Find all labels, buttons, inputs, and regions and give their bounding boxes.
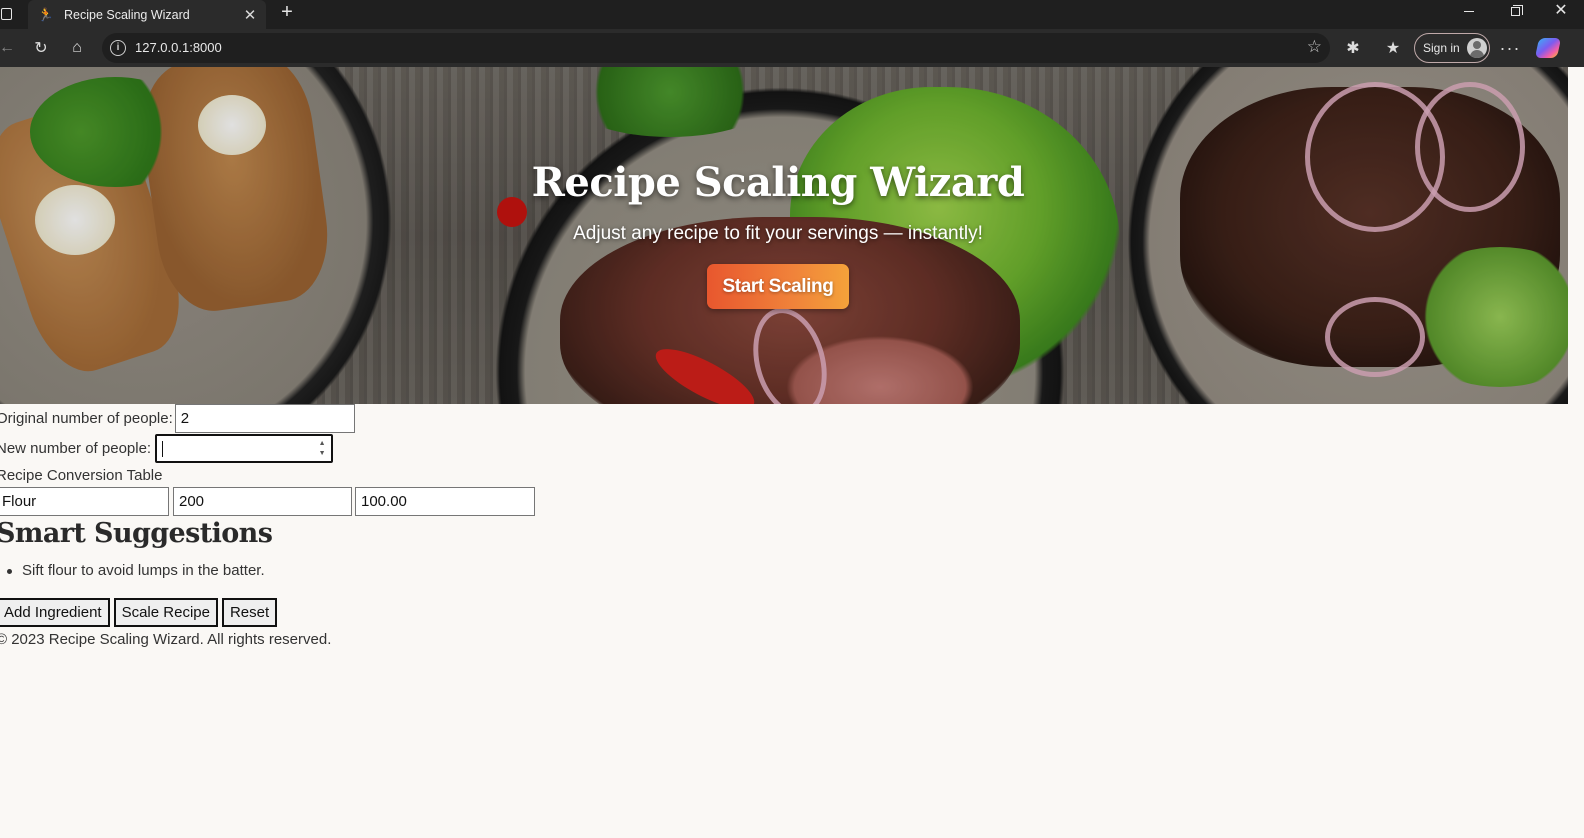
new-people-input[interactable]: ▲ ▼ [155, 434, 334, 463]
hero-subtitle: Adjust any recipe to fit your servings —… [573, 223, 983, 244]
new-tab-icon[interactable]: + [276, 2, 298, 24]
more-options-icon[interactable]: ··· [1497, 35, 1523, 61]
hero-title: Recipe Scaling Wizard [531, 159, 1025, 206]
minimize-icon[interactable] [1446, 0, 1492, 22]
tab-title: Recipe Scaling Wizard [64, 7, 190, 22]
reset-button[interactable]: Reset [221, 598, 278, 627]
original-people-input[interactable]: 2 [174, 404, 355, 433]
suggestions-heading: Smart Suggestions [0, 518, 273, 549]
avatar-icon [1466, 38, 1487, 58]
suggestion-item: Sift flour to avoid lumps in the batter. [7, 562, 265, 579]
hero-banner: Recipe Scaling Wizard Adjust any recipe … [0, 67, 1568, 404]
ingredient-name-input[interactable]: Flour [0, 487, 169, 516]
ingredient-original-amount-input[interactable]: 200 [173, 487, 352, 516]
new-people-row: New number of people: ▲ ▼ [0, 434, 334, 463]
action-buttons: Add Ingredient Scale Recipe Reset [0, 598, 281, 627]
footer-text: © 2023 Recipe Scaling Wizard. All rights… [0, 631, 332, 648]
suggestions-list: Sift flour to avoid lumps in the batter. [7, 562, 265, 579]
conversion-table-label: Recipe Conversion Table [0, 467, 163, 484]
tab-close-icon[interactable]: ✕ [240, 5, 260, 25]
add-ingredient-button[interactable]: Add Ingredient [0, 598, 110, 627]
new-people-label: New number of people: [0, 440, 152, 457]
copilot-icon[interactable] [1534, 38, 1562, 58]
browser-tab[interactable]: 🏃 Recipe Scaling Wizard ✕ [28, 0, 266, 29]
original-people-row: Original number of people: 2 [0, 404, 355, 433]
ingredient-row: Flour 200 100.00 [0, 487, 539, 516]
tab-actions-icon[interactable] [0, 4, 16, 24]
start-scaling-button[interactable]: Start Scaling [707, 264, 849, 309]
extensions-icon[interactable]: ✱ [1340, 35, 1366, 61]
tab-favicon-icon: 🏃 [37, 6, 55, 22]
ingredient-scaled-amount-input[interactable]: 100.00 [355, 487, 535, 516]
back-icon[interactable]: ← [0, 35, 20, 61]
original-people-label: Original number of people: [0, 410, 173, 427]
favorites-icon[interactable]: ★ [1380, 35, 1406, 61]
site-info-icon[interactable]: i [110, 40, 126, 56]
scale-recipe-button[interactable]: Scale Recipe [113, 598, 218, 627]
browser-toolbar: ← ↻ ⌂ i 127.0.0.1:8000 ☆ ✱ ★ Sign in ··· [0, 29, 1584, 67]
number-stepper-icon[interactable]: ▲ ▼ [317, 439, 327, 459]
browser-tab-strip: 🏃 Recipe Scaling Wizard ✕ + ✕ [0, 0, 1584, 29]
reload-icon[interactable]: ↻ [28, 35, 54, 61]
address-bar[interactable]: i 127.0.0.1:8000 ☆ [102, 33, 1330, 63]
sign-in-button[interactable]: Sign in [1414, 33, 1490, 63]
address-url[interactable]: 127.0.0.1:8000 [135, 40, 222, 55]
sign-in-label: Sign in [1423, 41, 1460, 55]
favorite-star-icon[interactable]: ☆ [1307, 37, 1322, 57]
text-caret [162, 440, 164, 457]
home-icon[interactable]: ⌂ [64, 35, 90, 61]
window-close-icon[interactable]: ✕ [1538, 0, 1584, 22]
restore-icon[interactable] [1492, 0, 1538, 22]
